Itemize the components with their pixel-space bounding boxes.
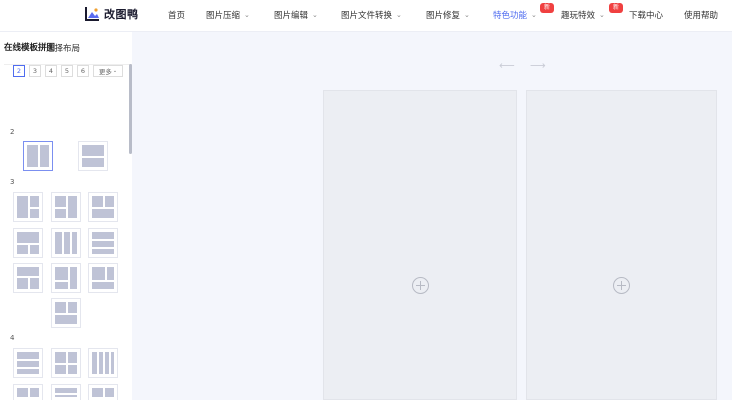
- layout-preview: [55, 232, 77, 254]
- layout-preview: [55, 352, 77, 374]
- layout-thumb[interactable]: [51, 192, 81, 222]
- collage-slot[interactable]: [526, 90, 717, 400]
- count-option[interactable]: 6: [77, 65, 89, 77]
- photo-mountain-icon: [84, 6, 100, 22]
- layout-thumb[interactable]: [88, 384, 118, 400]
- layout-preview: [92, 267, 114, 289]
- layout-thumb[interactable]: [88, 228, 118, 258]
- chevron-down-icon: ⌄: [599, 11, 605, 19]
- nav-image-convert[interactable]: 图片文件转换 ⌄: [341, 9, 402, 21]
- layout-thumb[interactable]: [88, 263, 118, 293]
- layout-thumb[interactable]: [51, 384, 81, 400]
- nav-image-compress[interactable]: 图片压缩 ⌄: [206, 9, 250, 21]
- nav-help[interactable]: 使用帮助: [684, 9, 718, 21]
- layout-thumb[interactable]: [23, 141, 53, 171]
- layout-thumb[interactable]: [51, 228, 81, 258]
- count-more-dropdown[interactable]: 更多 ⌄: [93, 65, 123, 77]
- count-more-label: 更多: [98, 68, 112, 76]
- nav-label: 图片文件转换: [341, 11, 393, 21]
- sidebar-scrollbar[interactable]: [129, 64, 132, 154]
- layout-preview: [55, 196, 77, 218]
- nav-image-edit[interactable]: 图片编辑 ⌄: [274, 9, 318, 21]
- count-option[interactable]: 4: [45, 65, 57, 77]
- layout-preview: [17, 232, 39, 256]
- image-count-selector: 2 3 4 5 6 更多 ⌄: [13, 65, 123, 77]
- logo-text: 改图鸭: [104, 8, 139, 21]
- chevron-down-icon: ⌄: [112, 68, 118, 74]
- layout-thumb[interactable]: [13, 228, 43, 258]
- chevron-down-icon: ⌄: [396, 11, 402, 19]
- count-option[interactable]: 5: [61, 65, 73, 77]
- nav-featured[interactable]: 特色功能 ⌄ 新: [493, 3, 555, 21]
- nav-label: 首页: [168, 11, 186, 21]
- layout-preview: [92, 388, 114, 397]
- nav-image-repair[interactable]: 图片修复 ⌄: [426, 9, 470, 21]
- nav-label: 下载中心: [629, 11, 664, 21]
- layout-thumb[interactable]: [51, 298, 81, 328]
- logo[interactable]: 改图鸭: [84, 6, 139, 22]
- layout-thumb[interactable]: [51, 263, 81, 293]
- layout-thumb[interactable]: [13, 384, 43, 400]
- chevron-down-icon: ⌄: [312, 11, 318, 19]
- layout-preview: [17, 267, 39, 291]
- layout-preview: [55, 267, 77, 289]
- group-label: 4: [10, 334, 15, 342]
- redo-arrow-icon[interactable]: ⟶: [530, 59, 546, 72]
- layout-preview: [92, 196, 114, 218]
- new-badge: 新: [540, 3, 555, 13]
- top-header: 改图鸭 首页 图片压缩 ⌄ 图片编辑 ⌄ 图片文件转换 ⌄ 图片修复 ⌄ 特色功…: [0, 0, 732, 32]
- nav-label: 特色功能: [493, 11, 528, 21]
- group-label: 3: [10, 178, 15, 186]
- layout-panel-heading: 选择布局: [46, 44, 81, 54]
- nav-download-center[interactable]: 下载中心: [629, 9, 663, 21]
- layout-thumb[interactable]: [88, 348, 118, 378]
- layout-preview: [17, 196, 41, 218]
- layout-thumb[interactable]: [13, 263, 43, 293]
- plus-circle-icon[interactable]: [412, 277, 429, 294]
- layout-thumb[interactable]: [78, 141, 108, 171]
- count-option[interactable]: 3: [29, 65, 41, 77]
- nav-label: 图片修复: [426, 11, 461, 21]
- plus-circle-icon[interactable]: [613, 277, 630, 294]
- undo-arrow-icon[interactable]: ⟵: [499, 59, 515, 72]
- count-option[interactable]: 2: [13, 65, 25, 77]
- new-badge: 新: [609, 3, 624, 13]
- nav-label: 图片压缩: [206, 11, 241, 21]
- layout-preview: [27, 145, 49, 167]
- nav-label: 使用帮助: [684, 11, 719, 21]
- nav-label: 图片编辑: [274, 11, 309, 21]
- layout-thumb[interactable]: [51, 348, 81, 378]
- nav-home[interactable]: 首页: [168, 9, 185, 21]
- layout-preview: [82, 145, 104, 167]
- layout-preview: [92, 352, 114, 374]
- layout-preview: [55, 388, 77, 397]
- layout-preview: [55, 302, 77, 324]
- layout-thumb[interactable]: [13, 348, 43, 378]
- nav-label: 趣玩特效: [561, 11, 596, 21]
- group-label: 2: [10, 128, 15, 136]
- collage-slot[interactable]: [323, 90, 517, 400]
- layout-preview: [92, 232, 114, 254]
- layout-thumb[interactable]: [88, 192, 118, 222]
- chevron-down-icon: ⌄: [244, 11, 250, 19]
- layout-preview: [17, 352, 39, 374]
- nav-fun-effects[interactable]: 趣玩特效 ⌄ 新: [561, 3, 624, 21]
- layout-preview: [17, 388, 39, 397]
- chevron-down-icon: ⌄: [464, 11, 470, 19]
- layout-thumb[interactable]: [13, 192, 43, 222]
- chevron-down-icon: ⌄: [531, 11, 537, 19]
